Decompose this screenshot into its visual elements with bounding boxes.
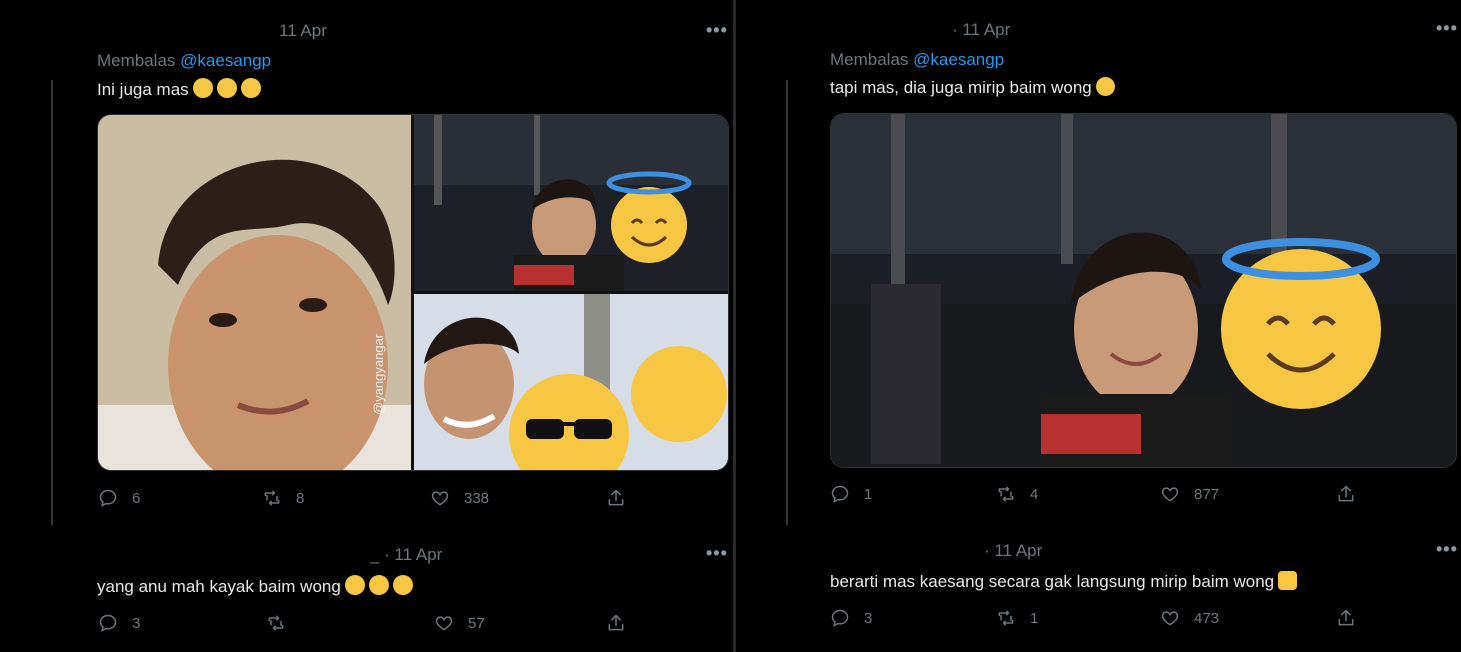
retweet-button[interactable]: 1 xyxy=(996,608,1038,628)
reply-button[interactable]: 1 xyxy=(830,484,872,504)
pensive-emoji-icon xyxy=(368,575,389,595)
like-button[interactable]: 338 xyxy=(430,488,489,508)
joy-emoji-icon xyxy=(192,78,213,98)
tweet-text-content: berarti mas kaesang secara gak langsung … xyxy=(830,572,1275,591)
retweet-icon xyxy=(996,484,1016,504)
heart-icon xyxy=(434,613,454,633)
like-count: 473 xyxy=(1194,609,1220,627)
retweet-button[interactable]: 4 xyxy=(996,484,1038,504)
share-icon xyxy=(606,488,626,508)
share-icon xyxy=(606,613,626,633)
reply-icon xyxy=(830,484,850,504)
heart-icon xyxy=(430,488,450,508)
like-count: 57 xyxy=(468,614,485,632)
folded-hands-emoji-icon xyxy=(1278,571,1298,590)
tweet-text-content: tapi mas, dia juga mirip baim wong xyxy=(830,78,1092,97)
share-button[interactable] xyxy=(1336,608,1356,628)
retweet-count: 4 xyxy=(1030,485,1039,503)
retweet-button[interactable] xyxy=(266,613,300,633)
tweet-text: yang anu mah kayak baim wong xyxy=(97,575,413,597)
replying-prefix: Membalas xyxy=(830,50,909,69)
retweet-icon xyxy=(996,608,1016,628)
replying-prefix: Membalas xyxy=(97,51,176,70)
heart-icon xyxy=(1160,484,1180,504)
tweet-text: Ini juga mas xyxy=(97,78,261,100)
photo-watermark: @yangyangar xyxy=(371,333,386,415)
reply-count: 6 xyxy=(132,489,141,507)
retweet-count: 1 xyxy=(1030,609,1039,627)
tweet-media xyxy=(830,113,1457,468)
author-name-fragment[interactable]: _ xyxy=(370,545,379,565)
reply-count: 3 xyxy=(132,614,141,632)
left-tweet-thread: 11 Apr ••• Membalas @kaesangp Ini juga m… xyxy=(0,0,733,652)
concert-photo[interactable] xyxy=(831,114,1456,467)
like-button[interactable]: 877 xyxy=(1160,484,1219,504)
tweet-media-grid: @yangyangar xyxy=(97,114,729,471)
portrait-photo[interactable]: @yangyangar xyxy=(98,115,411,470)
thread-line xyxy=(786,80,788,525)
tweet-date[interactable]: · 11 Apr xyxy=(984,541,1042,561)
replying-handle-link[interactable]: @kaesangp xyxy=(913,50,1004,69)
joy-emoji-icon xyxy=(240,78,261,98)
concert-illustration-icon xyxy=(414,115,728,291)
reply-count: 3 xyxy=(864,609,873,627)
tweet-text: tapi mas, dia juga mirip baim wong xyxy=(830,77,1115,98)
more-options-button[interactable]: ••• xyxy=(1436,18,1458,39)
share-icon xyxy=(1336,608,1356,628)
like-button[interactable]: 57 xyxy=(434,613,485,633)
tweet-text: berarti mas kaesang secara gak langsung … xyxy=(830,571,1298,592)
right-tweet-thread: · 11 Apr ••• Membalas @kaesangp tapi mas… xyxy=(736,0,1461,652)
retweet-icon xyxy=(266,613,286,633)
reply-button[interactable]: 6 xyxy=(98,488,140,508)
concert-illustration-icon xyxy=(831,114,1456,467)
replying-handle-link[interactable]: @kaesangp xyxy=(180,51,271,70)
thread-line xyxy=(51,80,53,525)
thinking-emoji-icon xyxy=(1095,77,1115,96)
tweet-date[interactable]: 11 Apr xyxy=(279,21,327,41)
share-button[interactable] xyxy=(1336,484,1356,504)
pensive-emoji-icon xyxy=(392,575,413,595)
retweet-count: 8 xyxy=(296,489,305,507)
reply-icon xyxy=(98,613,118,633)
reply-count: 1 xyxy=(864,485,873,503)
reply-icon xyxy=(830,608,850,628)
retweet-button[interactable]: 8 xyxy=(262,488,304,508)
retweet-icon xyxy=(262,488,282,508)
like-count: 338 xyxy=(464,489,490,507)
tweet-date[interactable]: · 11 Apr xyxy=(384,545,442,565)
more-options-button[interactable]: ••• xyxy=(706,543,728,564)
like-button[interactable]: 473 xyxy=(1160,608,1219,628)
like-count: 877 xyxy=(1194,485,1220,503)
selfie-illustration-icon xyxy=(414,294,728,470)
more-options-button[interactable]: ••• xyxy=(706,20,728,41)
concert-photo[interactable] xyxy=(414,115,728,291)
reply-button[interactable]: 3 xyxy=(830,608,872,628)
portrait-illustration-icon: @yangyangar xyxy=(98,115,411,470)
pensive-emoji-icon xyxy=(344,575,365,595)
joy-emoji-icon xyxy=(216,78,237,98)
tweet-date[interactable]: · 11 Apr xyxy=(952,20,1010,40)
replying-to: Membalas @kaesangp xyxy=(97,51,271,71)
heart-icon xyxy=(1160,608,1180,628)
replying-to: Membalas @kaesangp xyxy=(830,50,1004,70)
reply-icon xyxy=(98,488,118,508)
tweet-text-content: yang anu mah kayak baim wong xyxy=(97,577,341,596)
tweet-text-content: Ini juga mas xyxy=(97,80,189,99)
share-button[interactable] xyxy=(606,488,626,508)
more-options-button[interactable]: ••• xyxy=(1436,539,1458,560)
reply-button[interactable]: 3 xyxy=(98,613,140,633)
share-button[interactable] xyxy=(606,613,626,633)
selfie-photo[interactable] xyxy=(414,294,728,470)
share-icon xyxy=(1336,484,1356,504)
